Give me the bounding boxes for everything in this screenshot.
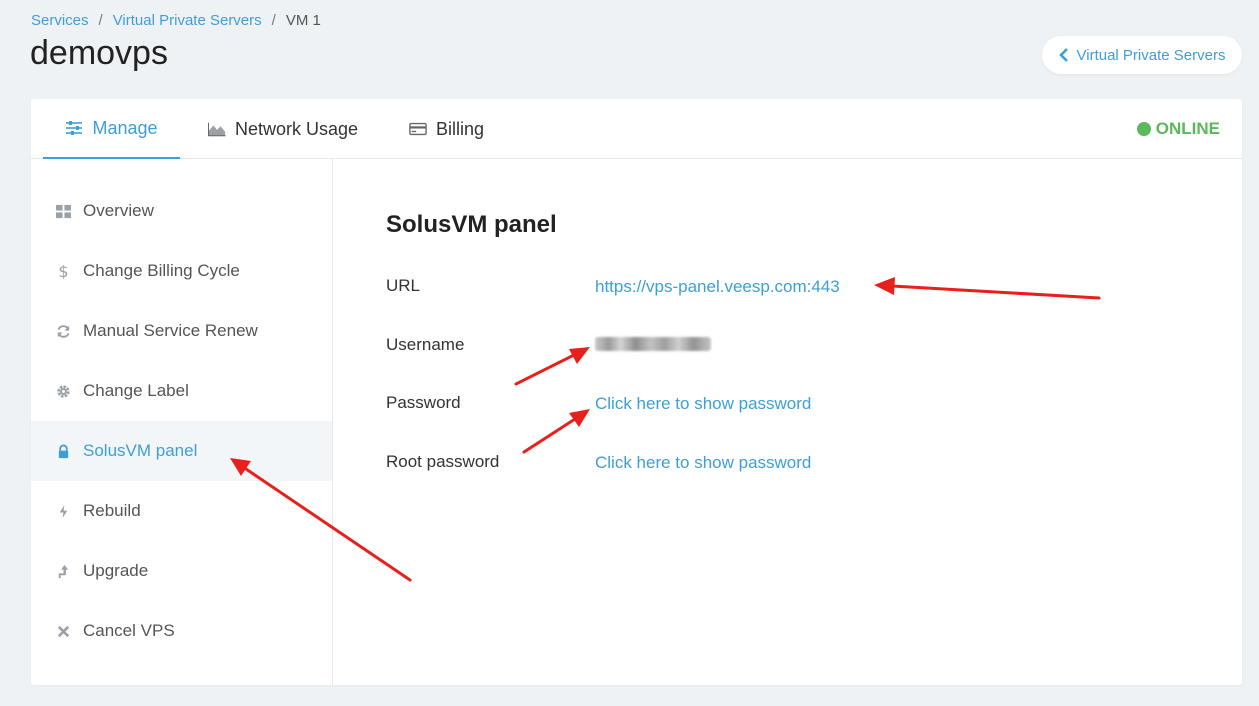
section-title: SolusVM panel bbox=[386, 211, 557, 238]
sidebar-item-label: Change Billing Cycle bbox=[83, 261, 240, 280]
sidebar-item-label: Change Label bbox=[83, 381, 189, 400]
tab-network-usage-label: Network Usage bbox=[235, 118, 359, 139]
sidebar-item-change-billing-cycle[interactable]: $ Change Billing Cycle bbox=[31, 241, 332, 301]
sidebar-item-change-label[interactable]: Change Label bbox=[31, 361, 332, 421]
tab-billing-label: Billing bbox=[436, 118, 485, 139]
panel-url-link[interactable]: https://vps-panel.veesp.com:443 bbox=[595, 277, 840, 297]
bolt-icon bbox=[55, 503, 71, 519]
breadcrumb-services-link[interactable]: Services bbox=[31, 12, 89, 29]
root-password-label: Root password bbox=[386, 452, 500, 471]
sidebar-item-upgrade[interactable]: Upgrade bbox=[31, 541, 332, 601]
sidebar-item-label: Manual Service Renew bbox=[83, 321, 258, 340]
sidebar-item-label: Overview bbox=[83, 201, 154, 220]
breadcrumb-current: VM 1 bbox=[285, 12, 321, 29]
service-card: Manage Network Usage Billing ONLINE Over… bbox=[31, 99, 1242, 685]
sidebar-item-cancel-vps[interactable]: Cancel VPS bbox=[31, 601, 332, 661]
back-button-label: Virtual Private Servers bbox=[1076, 46, 1226, 64]
status-badge: ONLINE bbox=[1136, 119, 1220, 139]
upgrade-arrow-icon bbox=[55, 563, 71, 579]
sidebar-item-label: Upgrade bbox=[83, 561, 149, 580]
username-value-redacted bbox=[595, 337, 711, 351]
grid-icon bbox=[55, 203, 71, 219]
gear-icon bbox=[55, 383, 71, 399]
username-label: Username bbox=[386, 335, 465, 354]
tab-billing[interactable]: Billing bbox=[409, 99, 484, 159]
sidebar-item-rebuild[interactable]: Rebuild bbox=[31, 481, 332, 541]
sidebar-item-label: Rebuild bbox=[83, 501, 141, 520]
dollar-icon: $ bbox=[55, 263, 71, 279]
tab-bar: Manage Network Usage Billing ONLINE bbox=[31, 99, 1242, 159]
back-to-vps-button[interactable]: Virtual Private Servers bbox=[1042, 36, 1242, 74]
breadcrumb-separator: / bbox=[271, 12, 276, 29]
sliders-icon bbox=[66, 121, 83, 135]
area-chart-icon bbox=[208, 122, 226, 137]
lock-icon bbox=[55, 443, 71, 459]
svg-text:$: $ bbox=[58, 264, 68, 279]
breadcrumb-separator: / bbox=[98, 12, 103, 29]
status-label: ONLINE bbox=[1155, 119, 1220, 138]
show-root-password-link[interactable]: Click here to show password bbox=[595, 453, 811, 473]
chevron-left-icon bbox=[1058, 48, 1068, 62]
sidebar-item-label: SolusVM panel bbox=[83, 441, 198, 460]
sidebar-item-overview[interactable]: Overview bbox=[31, 181, 332, 241]
password-label: Password bbox=[386, 393, 461, 412]
breadcrumb-vps-link[interactable]: Virtual Private Servers bbox=[113, 12, 262, 29]
tab-network-usage[interactable]: Network Usage bbox=[208, 99, 358, 159]
show-password-link[interactable]: Click here to show password bbox=[595, 394, 811, 414]
close-icon bbox=[55, 623, 71, 639]
breadcrumb: Services / Virtual Private Servers / VM … bbox=[31, 12, 321, 29]
sidebar: Overview $ Change Billing Cycle Manual S… bbox=[31, 159, 333, 685]
page-title: demovps bbox=[30, 34, 168, 72]
sidebar-item-manual-service-renew[interactable]: Manual Service Renew bbox=[31, 301, 332, 361]
tab-manage[interactable]: Manage bbox=[43, 99, 180, 159]
status-dot-icon bbox=[1136, 122, 1151, 136]
sidebar-item-label: Cancel VPS bbox=[83, 621, 175, 640]
refresh-icon bbox=[55, 323, 71, 339]
url-label: URL bbox=[386, 276, 421, 295]
credit-card-icon bbox=[409, 122, 427, 136]
tab-manage-label: Manage bbox=[92, 117, 158, 138]
sidebar-item-solusvm-panel[interactable]: SolusVM panel bbox=[31, 421, 332, 481]
